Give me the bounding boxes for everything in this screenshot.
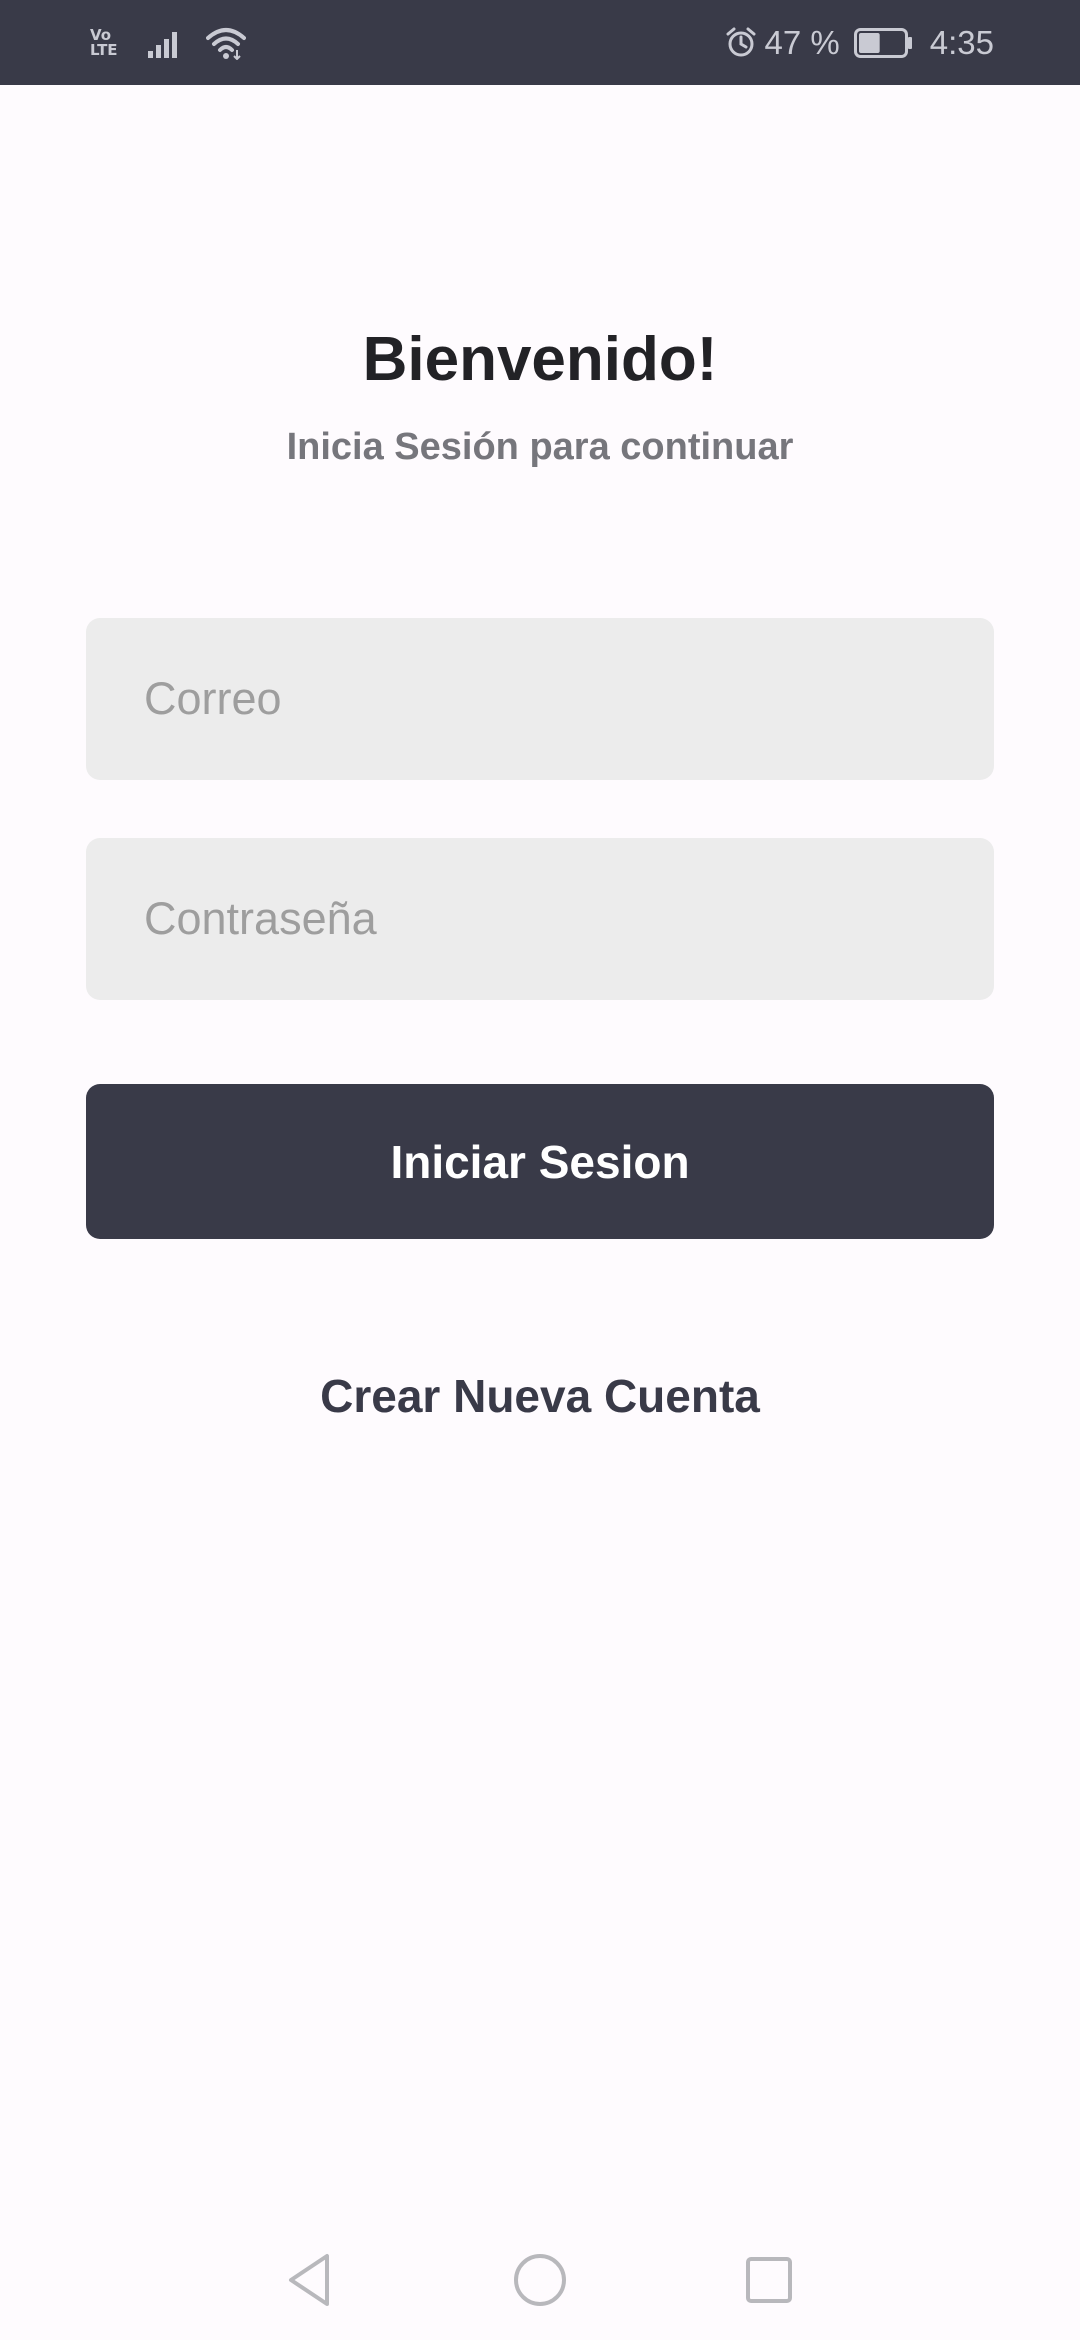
battery-icon <box>853 27 912 58</box>
create-account-link[interactable]: Crear Nueva Cuenta <box>0 1366 1080 1426</box>
volte-icon: Vo LTE <box>90 27 124 59</box>
status-bar: Vo LTE 47 % 4:35 <box>0 0 1080 85</box>
back-button[interactable] <box>250 2220 370 2340</box>
password-field[interactable] <box>86 838 994 1000</box>
home-button[interactable] <box>480 2220 600 2340</box>
navigation-bar <box>0 2220 1080 2340</box>
clock: 4:35 <box>929 23 994 61</box>
alarm-icon <box>726 27 756 56</box>
login-button[interactable]: Iniciar Sesion <box>86 1084 994 1239</box>
recents-icon <box>746 2257 792 2303</box>
signal-icon <box>148 31 177 58</box>
volte-bottom-label: LTE <box>90 40 118 59</box>
page-title: Bienvenido! <box>362 325 718 394</box>
back-icon <box>289 2254 329 2306</box>
page-subtitle: Inicia Sesión para continuar <box>286 426 794 468</box>
status-bar-right: 47 % 4:35 <box>725 0 994 85</box>
wifi-icon <box>206 27 246 60</box>
recents-button[interactable] <box>709 2220 829 2340</box>
status-bar-left: Vo LTE <box>90 0 246 85</box>
battery-percent: 47 % <box>764 23 840 61</box>
home-icon <box>514 2254 566 2306</box>
email-field[interactable] <box>86 618 994 780</box>
